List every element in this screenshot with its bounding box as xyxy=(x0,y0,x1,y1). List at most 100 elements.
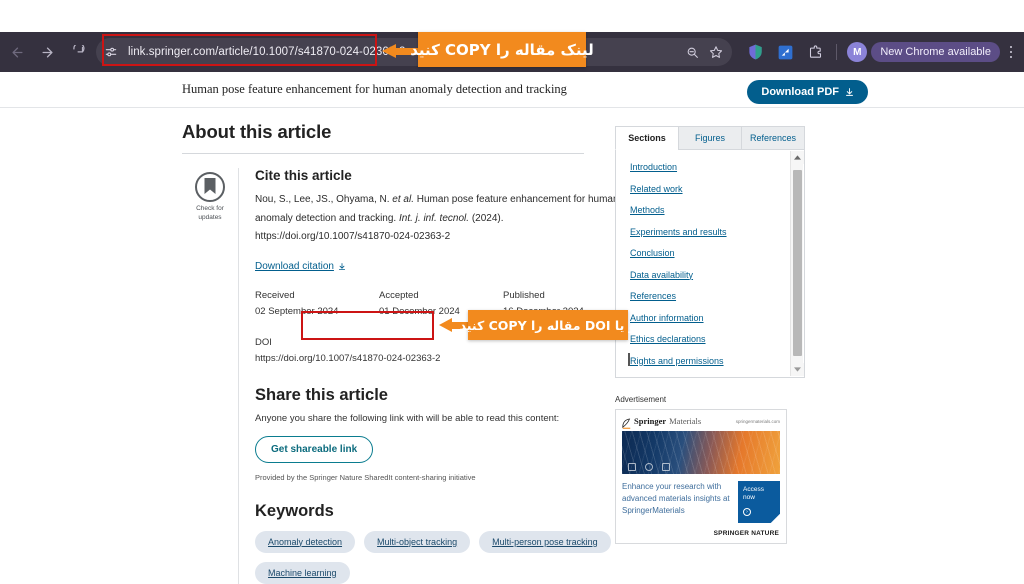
screenshot-root: link.springer.com/article/10.1007/s41870… xyxy=(0,0,1024,584)
sidebar-item-methods[interactable]: Methods xyxy=(630,205,804,215)
cite-this-article-heading: Cite this article xyxy=(255,168,352,183)
download-pdf-label: Download PDF xyxy=(761,86,839,98)
download-icon xyxy=(338,262,346,270)
sidebar-item-author-information[interactable]: Author information xyxy=(630,313,804,323)
date-label: Accepted xyxy=(379,289,419,301)
crossmark-bookmark-icon xyxy=(195,172,225,202)
ad-hero-image xyxy=(622,431,780,474)
sidebar-item-label: About this article xyxy=(634,377,701,378)
ad-hero-icons xyxy=(628,463,670,471)
tab-figures[interactable]: Figures xyxy=(678,126,742,150)
sidebar-item-label: Related work xyxy=(630,183,683,194)
sidebar-item-ethics-declarations[interactable]: Ethics declarations xyxy=(630,334,804,344)
page-title: Human pose feature enhancement for human… xyxy=(182,82,567,96)
back-button[interactable] xyxy=(2,37,32,67)
ad-brand-bold: Springer xyxy=(634,416,667,426)
sidebar-item-rights-and-permissions[interactable]: Rights and permissions xyxy=(630,356,804,366)
date-received: Received 02 September 2024 xyxy=(255,290,379,317)
reload-button[interactable] xyxy=(62,37,92,67)
sidebar-item-introduction[interactable]: Introduction xyxy=(630,162,804,172)
doi-suffix: 10.1007/s41870-024-02363-2 xyxy=(315,352,441,364)
arrow-left-icon xyxy=(12,47,22,57)
citation-body: Cite this article Nou, S., Lee, JS., Ohy… xyxy=(238,168,635,584)
citation-etal: et al. xyxy=(392,194,414,205)
sidebar-item-about-this-article[interactable]: About this article xyxy=(630,377,804,378)
ad-brand-light: Materials xyxy=(669,416,702,426)
blue-app-extension-icon[interactable] xyxy=(772,39,798,65)
doi-value[interactable]: https://doi.org/10.1007/s41870-024-02363… xyxy=(255,353,635,364)
url-text[interactable]: link.springer.com/article/10.1007/s41870… xyxy=(124,46,680,58)
doi-prefix: https://doi.org/ xyxy=(255,352,316,364)
cite-this-article-block: Check for updates Cite this article Nou,… xyxy=(182,168,619,584)
scroll-down-arrow-icon[interactable] xyxy=(791,363,804,376)
sidebar-item-data-availability[interactable]: Data availability xyxy=(630,270,804,280)
doi-block: DOI https://doi.org/10.1007/s41870-024-0… xyxy=(255,337,635,364)
citation-journal: Int. j. inf. tecnol. xyxy=(398,212,470,224)
site-settings-icon[interactable] xyxy=(98,39,124,65)
tab-sections[interactable]: Sections xyxy=(615,126,679,150)
download-icon xyxy=(846,88,853,96)
about-this-article-heading: About this article xyxy=(182,121,332,142)
citation-authors: Nou, S., Lee, JS., Ohyama, N. xyxy=(255,194,390,205)
scroll-up-arrow-icon[interactable] xyxy=(791,151,804,164)
keyword-chip[interactable]: Multi-object tracking xyxy=(364,530,471,553)
ad-cta-line2: now xyxy=(743,494,755,502)
heading-divider xyxy=(182,153,584,154)
advertisement-banner[interactable]: Springer Materials springermaterials.com… xyxy=(615,409,787,544)
advertisement-label: Advertisement xyxy=(615,395,667,404)
bookmark-star-icon[interactable] xyxy=(704,40,728,64)
keyword-label: Multi-object tracking xyxy=(377,536,458,547)
keyword-chip[interactable]: Multi-person pose tracking xyxy=(479,530,611,553)
sidebar-item-label: Conclusion xyxy=(630,248,675,258)
springer-logo-icon xyxy=(622,416,631,429)
ad-footer-brand: SPRINGER NATURE xyxy=(713,530,779,537)
tab-references[interactable]: References xyxy=(741,126,805,150)
download-citation-link[interactable]: Download citation xyxy=(255,261,346,272)
crossmark-label-line1: Check for xyxy=(196,205,224,212)
page-top-whitespace xyxy=(0,0,1024,32)
sections-panel: Introduction Related work Methods Experi… xyxy=(615,150,805,378)
forward-button[interactable] xyxy=(32,37,62,67)
toolbar-divider xyxy=(836,44,838,60)
download-citation-label: Download citation xyxy=(255,260,334,272)
access-now-button[interactable]: Access now › xyxy=(738,481,780,523)
navigation-buttons xyxy=(0,37,92,67)
keyword-label: Machine learning xyxy=(268,567,337,578)
citation-year: (2024). xyxy=(471,212,504,224)
sidebar-item-related-work[interactable]: Related work xyxy=(630,184,804,194)
avatar[interactable]: M xyxy=(847,42,868,62)
get-shareable-link-button[interactable]: Get shareable link xyxy=(255,435,374,463)
crossmark-badge[interactable]: Check for updates xyxy=(182,168,238,584)
sidebar-item-experiments-and-results[interactable]: Experiments and results xyxy=(630,227,804,237)
keyword-chip[interactable]: Anomaly detection xyxy=(255,530,356,553)
keyword-chip[interactable]: Machine learning xyxy=(255,561,350,584)
arrow-right-icon xyxy=(42,47,52,57)
shield-extension-icon[interactable] xyxy=(742,39,768,65)
sidebar-item-label: Rights and permissions xyxy=(630,355,724,366)
chevron-right-icon: › xyxy=(743,508,751,516)
download-pdf-button[interactable]: Download PDF xyxy=(747,80,868,104)
ad-cta-line1: Access xyxy=(743,486,764,493)
ad-body-row: Enhance your research with advanced mate… xyxy=(616,474,786,525)
sidebar-item-references[interactable]: References xyxy=(630,291,804,301)
url-callout-label: لینک مقاله را COPY کنید xyxy=(410,32,594,67)
crossmark-label-line2: updates xyxy=(198,213,222,221)
ad-brand: Springer Materials xyxy=(622,416,702,429)
reload-icon xyxy=(72,44,85,52)
scrollbar-thumb[interactable] xyxy=(793,170,802,356)
right-sidebar: Sections Figures References Introduction… xyxy=(615,126,805,544)
about-article-section: About this article Check for updates Cit… xyxy=(182,121,619,584)
sidebar-item-label: Introduction xyxy=(630,162,678,172)
sections-scrollbar[interactable] xyxy=(790,151,804,376)
puzzle-extensions-icon[interactable] xyxy=(802,39,828,65)
sidebar-item-label: Experiments and results xyxy=(630,226,727,237)
ad-header: Springer Materials springermaterials.com xyxy=(616,410,786,431)
three-dot-menu-icon[interactable] xyxy=(1002,39,1020,65)
sharedit-note: Provided by the Springer Nature SharedIt… xyxy=(255,472,476,482)
omnibox-actions xyxy=(680,40,732,64)
date-label: Published xyxy=(503,289,545,301)
zoom-icon[interactable] xyxy=(680,40,704,64)
keyword-label: Multi-person pose tracking xyxy=(492,536,598,547)
sidebar-item-conclusion[interactable]: Conclusion xyxy=(630,248,804,258)
chrome-update-pill[interactable]: New Chrome available xyxy=(871,42,1000,62)
